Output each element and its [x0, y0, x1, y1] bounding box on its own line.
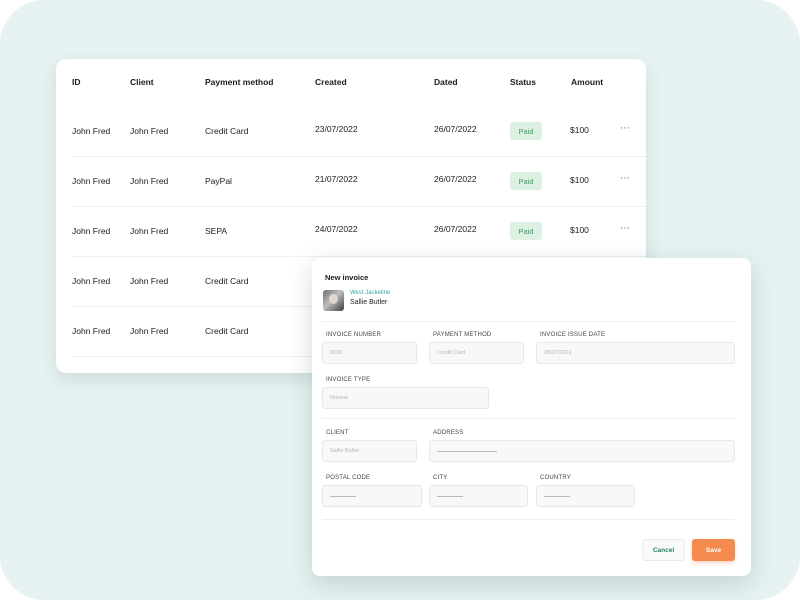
cell-amount: $100 [570, 225, 589, 235]
cell-payment-method: Credit Card [205, 326, 249, 336]
cell-client: John Fred [130, 126, 169, 136]
table-row[interactable]: John Fred John Fred SEPA 24/07/2022 26/0… [72, 207, 646, 257]
city-input[interactable] [429, 485, 528, 507]
avatar [323, 290, 344, 311]
column-header-amount[interactable]: Amount [571, 77, 603, 87]
cell-amount: $100 [570, 125, 589, 135]
invoice-type-input[interactable]: Normal [322, 387, 489, 409]
cell-amount: $100 [570, 175, 589, 185]
column-header-payment-method[interactable]: Payment method [205, 77, 274, 87]
client-input[interactable]: Sallie Butler [322, 440, 417, 462]
client-label: CLIENT [326, 430, 349, 436]
issue-date-input[interactable]: 28/07/2022 [536, 342, 735, 364]
more-options-icon[interactable]: ⋯ [620, 123, 631, 134]
status-badge: Paid [510, 122, 542, 140]
cell-payment-method: Credit Card [205, 126, 249, 136]
cell-client: John Fred [130, 176, 169, 186]
cell-dated: 26/07/2022 [434, 174, 477, 184]
status-badge: Paid [510, 222, 542, 240]
cell-id: John Fred [72, 226, 111, 236]
more-options-icon[interactable]: ⋯ [620, 173, 631, 184]
table-row[interactable]: John Fred John Fred PayPal 21/07/2022 26… [72, 157, 646, 207]
cell-dated: 26/07/2022 [434, 224, 477, 234]
payment-method-input[interactable]: Credit Card [429, 342, 524, 364]
column-header-dated[interactable]: Dated [434, 77, 458, 87]
address-input[interactable] [429, 440, 735, 462]
cell-payment-method: Credit Card [205, 276, 249, 286]
cell-payment-method: SEPA [205, 226, 228, 236]
column-header-status[interactable]: Status [510, 77, 536, 87]
cell-client: John Fred [130, 276, 169, 286]
user-org-link[interactable]: West Jackeline [350, 290, 390, 296]
cell-client: John Fred [130, 226, 169, 236]
modal-title: New invoice [325, 273, 369, 282]
cell-payment-method: PayPal [205, 176, 232, 186]
divider [322, 519, 735, 520]
postal-code-input[interactable] [322, 485, 422, 507]
cell-created: 21/07/2022 [315, 174, 358, 184]
cell-id: John Fred [72, 126, 111, 136]
save-button[interactable]: Save [692, 539, 735, 561]
invoice-number-label: INVOICE NUMBER [326, 332, 382, 338]
cell-created: 23/07/2022 [315, 124, 358, 134]
payment-method-label: PAYMENT METHOD [433, 332, 492, 338]
table-row[interactable]: John Fred John Fred Credit Card 23/07/20… [72, 107, 646, 157]
issue-date-label: INVOICE ISSUE DATE [540, 332, 606, 338]
divider [322, 418, 735, 419]
cell-dated: 26/07/2022 [434, 124, 477, 134]
invoice-type-label: INVOICE TYPE [326, 377, 371, 383]
more-options-icon[interactable]: ⋯ [620, 223, 631, 234]
postal-code-label: POSTAL CODE [326, 475, 371, 481]
cancel-button[interactable]: Cancel [642, 539, 685, 561]
column-header-id[interactable]: ID [72, 77, 81, 87]
column-header-created[interactable]: Created [315, 77, 347, 87]
cell-id: John Fred [72, 176, 111, 186]
cell-id: John Fred [72, 326, 111, 336]
divider [322, 321, 735, 322]
status-badge: Paid [510, 172, 542, 190]
column-header-client[interactable]: Client [130, 77, 154, 87]
cell-client: John Fred [130, 326, 169, 336]
user-name: Sallie Butler [350, 299, 388, 306]
address-label: ADDRESS [433, 430, 464, 436]
invoice-number-input[interactable]: 0000 [322, 342, 417, 364]
cell-created: 24/07/2022 [315, 224, 358, 234]
city-label: CITY [433, 475, 448, 481]
country-input[interactable] [536, 485, 635, 507]
new-invoice-modal: New invoice West Jackeline Sallie Butler… [312, 258, 751, 576]
country-label: COUNTRY [540, 475, 571, 481]
cell-id: John Fred [72, 276, 111, 286]
